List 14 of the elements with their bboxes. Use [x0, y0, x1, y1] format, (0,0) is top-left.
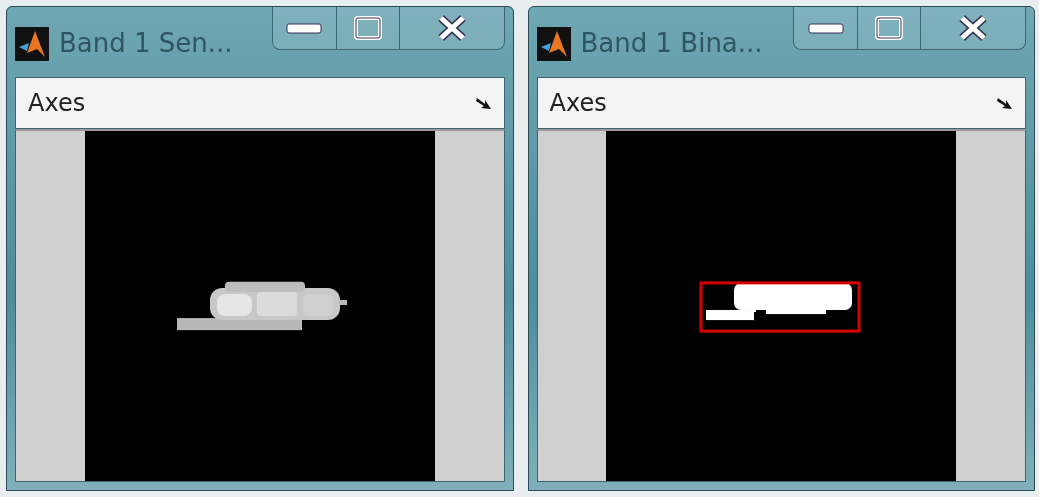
close-icon — [436, 15, 467, 41]
app-logo-icon — [536, 27, 571, 61]
undock-arrow-icon[interactable] — [475, 96, 492, 110]
minimize-icon — [286, 21, 322, 35]
minimize-icon — [807, 21, 844, 35]
window-title: Band 1 Sen... — [59, 28, 233, 58]
undock-arrow-icon[interactable] — [997, 96, 1013, 110]
panel-title: Axes — [28, 89, 86, 117]
close-icon — [958, 15, 988, 41]
panel-title: Axes — [549, 89, 607, 117]
app-logo-icon — [15, 27, 49, 61]
maximize-icon — [353, 16, 382, 40]
maximize-icon — [875, 16, 903, 40]
window-title: Band 1 Bina... — [580, 28, 763, 58]
